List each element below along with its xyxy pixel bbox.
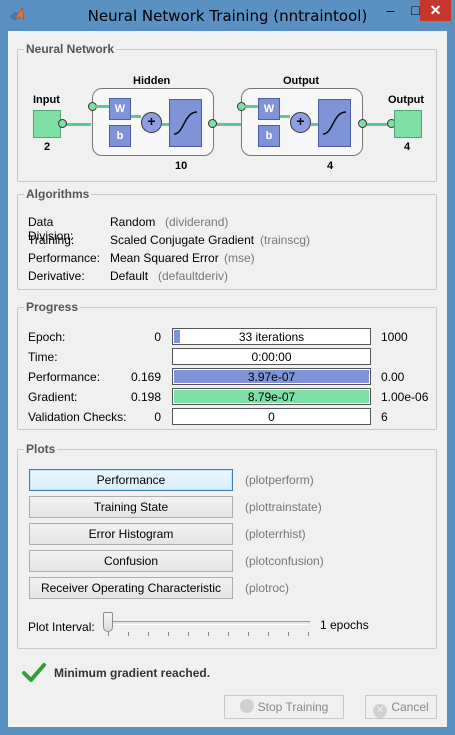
progress-start: 0 [154, 410, 161, 424]
group-title: Algorithms [24, 187, 92, 201]
plot-code: (plotconfusion) [245, 554, 324, 568]
weight-block: W [258, 98, 280, 120]
output-size: 4 [404, 141, 411, 153]
input-size: 2 [44, 141, 51, 153]
algo-value: Scaled Conjugate Gradient [110, 233, 255, 247]
stop-icon [239, 699, 254, 713]
algo-value: Random [110, 215, 156, 229]
progress-label: Time: [28, 350, 58, 364]
plot-code: (plottrainstate) [245, 500, 322, 514]
cancel-button[interactable]: ✕ Cancel [365, 695, 437, 719]
algo-label: Performance: [28, 251, 101, 265]
sum-node: + [141, 112, 162, 133]
training-state-plot-button[interactable]: Training State [29, 496, 233, 518]
plot-code: (plotroc) [245, 581, 290, 595]
sigmoid-block [318, 99, 351, 147]
cancel-label: Cancel [391, 700, 429, 714]
progress-value: 0 [268, 410, 275, 424]
input-label: Input [33, 94, 60, 106]
checkmark-icon [22, 663, 46, 682]
connector [280, 115, 290, 118]
neural-network-group: Neural Network Input 2 Hidden W b + 10 O… [17, 42, 437, 182]
hidden-size: 10 [175, 160, 188, 172]
algo-value: Default [110, 269, 149, 283]
bias-block: b [258, 125, 280, 147]
output-label: Output [388, 94, 425, 106]
progress-bar: 8.79e-07 [172, 388, 371, 405]
group-title: Progress [24, 300, 81, 314]
node [358, 119, 367, 128]
algorithms-group: Algorithms Data Division: Random (divide… [17, 187, 437, 290]
cancel-icon: ✕ [373, 704, 388, 718]
progress-start: 0.169 [130, 370, 161, 384]
close-button[interactable]: ✕ [420, 0, 451, 21]
plot-interval-value: 1 epochs [320, 618, 369, 632]
plot-code: (ploterrhist) [245, 527, 306, 541]
progress-value: 33 iterations [238, 330, 305, 344]
title-bar[interactable]: Neural Network Training (nntraintool) – … [0, 0, 455, 31]
node [208, 119, 217, 128]
input-block [33, 110, 61, 138]
sigmoid-icon [322, 111, 347, 135]
app-window: Neural Network Training (nntraintool) – … [0, 0, 455, 735]
progress-bar: 0 [172, 408, 371, 425]
window-content: Neural Network Input 2 Hidden W b + 10 O… [8, 31, 447, 727]
stop-training-label: Stop Training [257, 700, 329, 714]
minimize-button[interactable]: – [377, 0, 404, 21]
progress-bar: 3.97e-07 [172, 368, 371, 385]
algo-code: (mse) [224, 251, 255, 265]
plot-interval-slider[interactable] [104, 621, 310, 625]
progress-value: 3.97e-07 [247, 370, 296, 384]
progress-end: 0.00 [381, 370, 405, 384]
node [58, 119, 67, 128]
connector [214, 123, 244, 126]
output-block [394, 110, 422, 138]
performance-plot-button[interactable]: Performance [29, 469, 233, 491]
sigmoid-icon [173, 111, 198, 135]
output-layer-label: Output [283, 75, 320, 87]
progress-label: Gradient: [28, 390, 78, 404]
error-histogram-plot-button[interactable]: Error Histogram [29, 523, 233, 545]
stop-training-button[interactable]: Stop Training [224, 695, 344, 719]
confusion-plot-button[interactable]: Confusion [29, 550, 233, 572]
algo-label: Derivative: [28, 269, 85, 283]
group-title: Plots [24, 442, 58, 456]
progress-label: Validation Checks: [28, 410, 127, 424]
sigmoid-block [169, 99, 202, 147]
plot-interval-label: Plot Interval: [28, 620, 95, 634]
progress-end: 6 [381, 410, 388, 424]
progress-label: Performance: [28, 370, 101, 384]
connector [245, 105, 259, 108]
group-title: Neural Network [24, 42, 117, 56]
algo-code: (defaultderiv) [158, 269, 229, 283]
connector [131, 115, 141, 118]
bias-block: b [109, 125, 131, 147]
sum-node: + [290, 112, 311, 133]
algo-code: (dividerand) [165, 215, 229, 229]
plot-code: (plotperform) [245, 473, 314, 487]
output-layer-size: 4 [327, 160, 334, 172]
progress-group: Progress Epoch: 0 33 iterations 1000 Time: 0:… [17, 300, 437, 430]
progress-label: Epoch: [28, 330, 66, 344]
algo-code: (trainscg) [260, 233, 311, 247]
slider-thumb[interactable] [103, 612, 113, 632]
progress-start: 0.198 [130, 390, 161, 404]
progress-bar: 0:00:00 [172, 348, 371, 365]
progress-start: 0 [154, 330, 161, 344]
progress-value: 8.79e-07 [247, 390, 296, 404]
connector [96, 105, 110, 108]
roc-plot-button[interactable]: Receiver Operating Characteristic [29, 577, 233, 599]
weight-block: W [109, 98, 131, 120]
status-message: Minimum gradient reached. [54, 666, 211, 680]
hidden-label: Hidden [133, 75, 171, 87]
algo-value: Mean Squared Error [110, 251, 219, 265]
progress-value: 0:00:00 [251, 350, 292, 364]
plots-group: Plots Performance (plotperform) Training… [17, 442, 437, 649]
algo-label: Training: [28, 233, 75, 247]
progress-bar: 33 iterations [172, 328, 371, 345]
progress-end: 1000 [381, 330, 408, 344]
progress-end: 1.00e-06 [381, 390, 429, 404]
